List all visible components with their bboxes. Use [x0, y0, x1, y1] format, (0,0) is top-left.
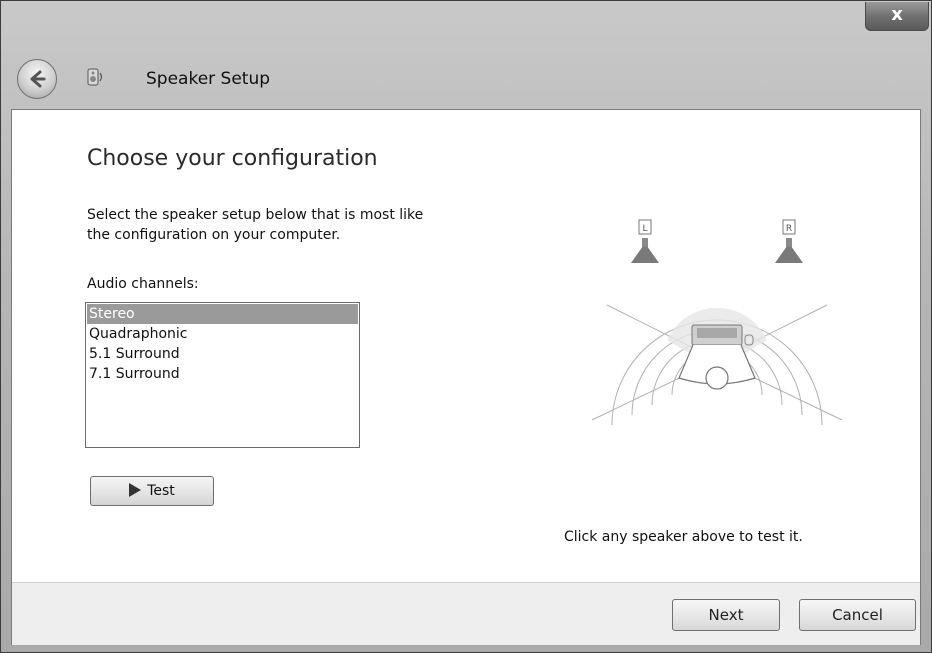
title-bar: x Speaker Setup	[1, 1, 931, 109]
list-item-7-1-surround[interactable]: 7.1 Surround	[87, 364, 358, 384]
speaker-diagram: L R	[591, 219, 843, 426]
speaker-setup-window: x Speaker Setup Choose your configuratio…	[0, 0, 932, 653]
page-description: Select the speaker setup below that is m…	[87, 207, 424, 243]
speaker-icon	[87, 68, 103, 86]
page-title: Choose your configuration	[87, 146, 378, 171]
back-arrow-icon	[30, 70, 46, 88]
window-title: Speaker Setup	[146, 69, 271, 89]
back-button[interactable]	[17, 59, 57, 99]
speaker-test-hint: Click any speaker above to test it.	[564, 529, 803, 545]
next-button[interactable]: Next	[672, 599, 780, 631]
play-icon	[129, 483, 142, 497]
left-speaker-label: L	[642, 224, 647, 234]
dialog-footer: Next Cancel	[12, 582, 920, 645]
audio-channels-label: Audio channels:	[87, 276, 199, 292]
close-button[interactable]: x	[865, 2, 929, 31]
audio-channels-list[interactable]: Stereo Quadraphonic 5.1 Surround 7.1 Sur…	[85, 302, 360, 448]
list-item-stereo[interactable]: Stereo	[87, 304, 358, 324]
test-button-label: Test	[147, 483, 175, 499]
list-item-5-1-surround[interactable]: 5.1 Surround	[87, 344, 358, 364]
right-speaker-label: R	[786, 224, 792, 234]
content-panel: Choose your configuration Select the spe…	[11, 109, 921, 645]
cancel-button[interactable]: Cancel	[799, 599, 916, 631]
list-item-quadraphonic[interactable]: Quadraphonic	[87, 324, 358, 344]
test-button[interactable]: Test	[90, 476, 214, 506]
